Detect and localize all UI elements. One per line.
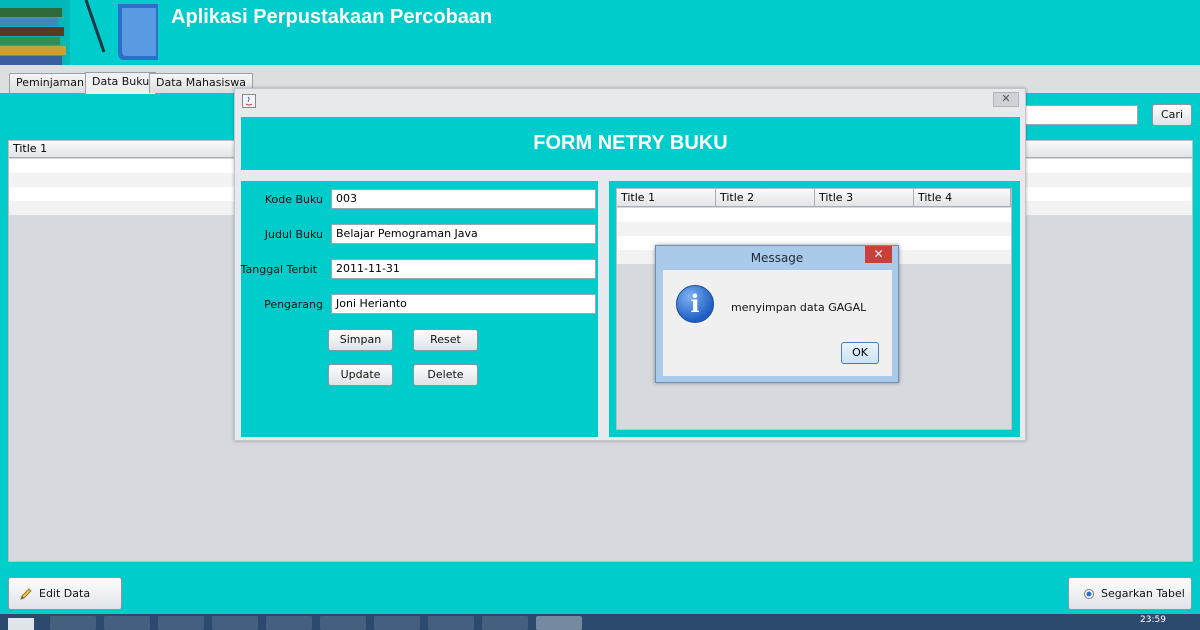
form-entry-dialog: ✕ FORM NETRY BUKU Kode Buku 003 Judul Bu…	[234, 88, 1026, 441]
bottom-bar: Edit Data Buku Segarkan Tabel	[0, 565, 1200, 630]
refresh-icon	[1084, 589, 1094, 599]
pengarang-label: Pengarang	[264, 298, 323, 311]
taskbar-item[interactable]	[374, 616, 420, 630]
edit-data-buku-button[interactable]: Edit Data Buku	[8, 577, 122, 630]
form-fields-panel: Kode Buku 003 Judul Buku Belajar Pemogra…	[241, 181, 598, 437]
app-header: Aplikasi Perpustakaan Percobaan	[0, 0, 1200, 65]
delete-button[interactable]: Delete	[413, 364, 478, 386]
segarkan-tabel-button[interactable]: Segarkan Tabel	[1068, 577, 1192, 610]
taskbar-item-java[interactable]	[536, 616, 582, 630]
taskbar-item[interactable]	[104, 616, 150, 630]
dialog-close-icon[interactable]: ✕	[993, 92, 1019, 107]
judul-buku-label: Judul Buku	[264, 228, 323, 241]
message-close-icon[interactable]: ✕	[865, 246, 892, 263]
message-title: Message	[750, 251, 804, 265]
message-dialog: Message ✕ i menyimpan data GAGAL OK	[655, 245, 899, 383]
ok-button[interactable]: OK	[841, 342, 879, 364]
search-button[interactable]: Cari	[1152, 104, 1192, 126]
simpan-button[interactable]: Simpan	[328, 329, 393, 351]
search-input[interactable]	[1022, 105, 1138, 125]
pencil-icon	[20, 588, 32, 600]
taskbar-item[interactable]	[266, 616, 312, 630]
windows-start-icon[interactable]	[8, 618, 34, 630]
col-title-2[interactable]: Title 2	[716, 189, 815, 207]
taskbar-item[interactable]	[158, 616, 204, 630]
form-header: FORM NETRY BUKU	[241, 117, 1020, 170]
dialog-titlebar[interactable]: ✕	[235, 89, 1025, 113]
update-button[interactable]: Update	[328, 364, 393, 386]
message-text: menyimpan data GAGAL	[731, 301, 867, 314]
taskbar: 23:59	[0, 614, 1200, 630]
taskbar-item[interactable]	[50, 616, 96, 630]
judul-buku-field[interactable]: Belajar Pemograman Java	[331, 224, 596, 244]
tab-peminjaman[interactable]: Peminjaman	[9, 73, 91, 93]
kode-buku-field[interactable]: 003	[331, 189, 596, 209]
col-title-3[interactable]: Title 3	[815, 189, 914, 207]
taskbar-clock: 23:59	[1140, 615, 1166, 625]
col-title-1[interactable]: Title 1	[617, 189, 716, 207]
kode-buku-label: Kode Buku	[264, 193, 323, 206]
col-title-4[interactable]: Title 4	[914, 189, 1011, 207]
table-row[interactable]	[617, 222, 1011, 236]
books-logo-icon	[0, 0, 158, 65]
tab-data-buku[interactable]: Data Buku	[85, 72, 157, 94]
taskbar-item[interactable]	[482, 616, 528, 630]
reset-button[interactable]: Reset	[413, 329, 478, 351]
pengarang-field[interactable]: Joni Herianto	[331, 294, 596, 314]
info-icon: i	[676, 285, 714, 323]
app-title: Aplikasi Perpustakaan Percobaan	[171, 6, 493, 28]
message-body: i menyimpan data GAGAL OK	[663, 270, 892, 376]
table-row[interactable]	[617, 208, 1011, 222]
java-icon	[242, 94, 256, 108]
tanggal-terbit-label: Tanggal Terbit	[240, 263, 317, 276]
taskbar-item[interactable]	[428, 616, 474, 630]
taskbar-item[interactable]	[212, 616, 258, 630]
segarkan-tabel-label: Segarkan Tabel	[1101, 587, 1185, 600]
taskbar-item[interactable]	[320, 616, 366, 630]
form-title: FORM NETRY BUKU	[533, 132, 728, 154]
tanggal-terbit-field[interactable]: 2011-11-31	[331, 259, 596, 279]
